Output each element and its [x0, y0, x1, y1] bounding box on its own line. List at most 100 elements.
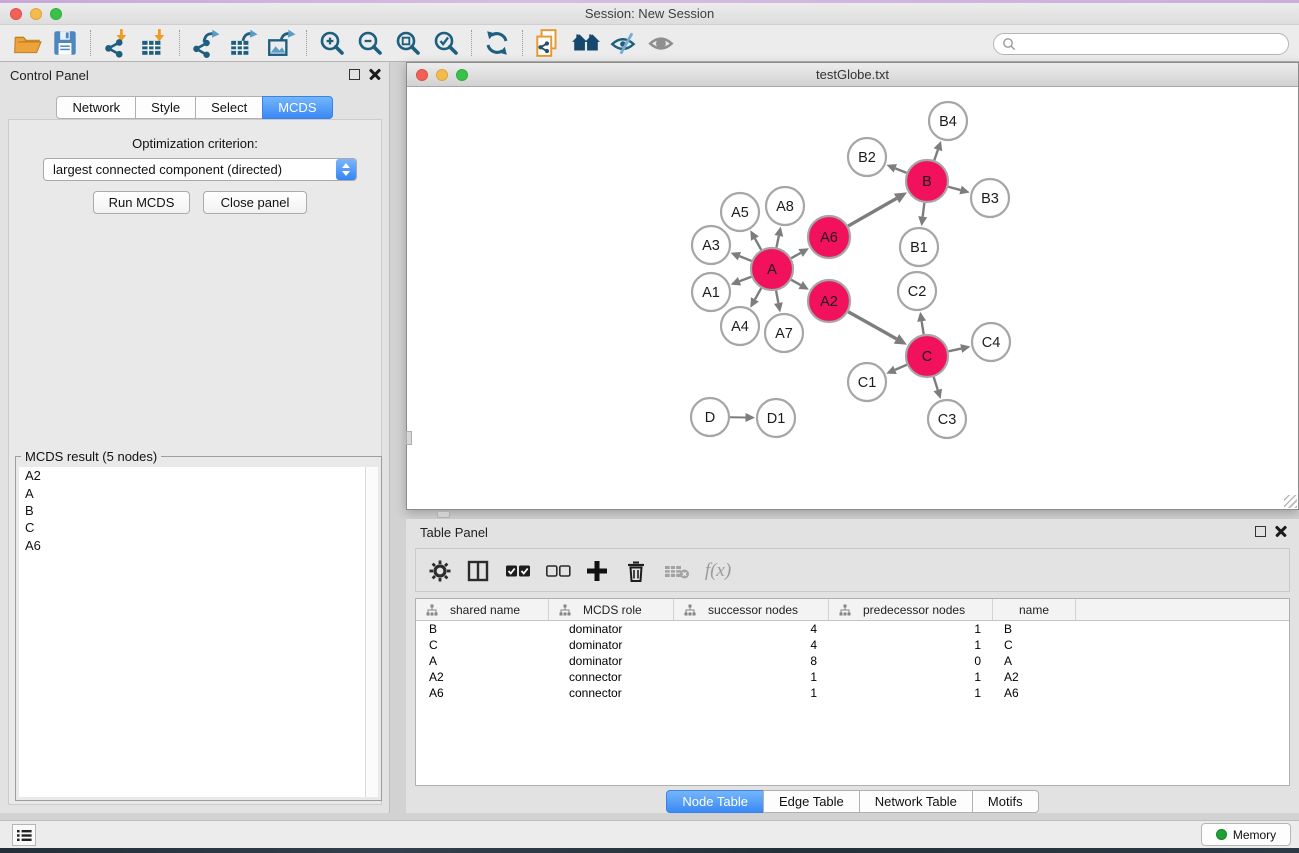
zoom-selected-button[interactable]: [427, 27, 465, 59]
export-table-button[interactable]: [224, 27, 262, 59]
hide-graphics-details-button[interactable]: [605, 27, 643, 59]
show-columns-button[interactable]: [462, 549, 494, 593]
table-tab-network-table[interactable]: Network Table: [859, 790, 973, 813]
graph-edge-C-C3[interactable]: [934, 377, 938, 390]
mcds-result-list[interactable]: A2ABCA6: [19, 467, 365, 797]
table-tab-node-table[interactable]: Node Table: [666, 790, 764, 813]
cell-name[interactable]: A6: [993, 686, 1076, 700]
table-row[interactable]: A6connector11A6: [416, 685, 1289, 701]
cell-mcds-role[interactable]: dominator: [549, 622, 674, 636]
control-tab-network[interactable]: Network: [56, 96, 136, 119]
result-item[interactable]: B: [19, 502, 365, 519]
cell-mcds-role[interactable]: connector: [549, 670, 674, 684]
table-row[interactable]: Cdominator41C: [416, 637, 1289, 653]
close-panel-button[interactable]: Close panel: [203, 191, 307, 214]
cell-predecessor-nodes[interactable]: 1: [829, 686, 993, 700]
horizontal-splitter-grip[interactable]: [437, 511, 450, 518]
export-image-button[interactable]: [262, 27, 300, 59]
select-all-button[interactable]: [502, 549, 534, 593]
cell-name[interactable]: B: [993, 622, 1076, 636]
cell-mcds-role[interactable]: connector: [549, 686, 674, 700]
new-network-from-selection-button[interactable]: [529, 27, 567, 59]
cell-shared-name[interactable]: B: [416, 622, 549, 636]
result-item[interactable]: A: [19, 484, 365, 501]
graph-edge-A-A1[interactable]: [740, 277, 752, 281]
delete-column-button[interactable]: [620, 549, 652, 593]
refresh-button[interactable]: [478, 27, 516, 59]
function-builder-button[interactable]: f(x): [698, 549, 738, 593]
column-header-mcds-role[interactable]: MCDS role: [549, 599, 674, 620]
close-table-panel-icon[interactable]: [1275, 525, 1287, 537]
graph-edge-A-A4[interactable]: [755, 288, 761, 299]
control-tab-mcds[interactable]: MCDS: [262, 96, 332, 119]
result-item[interactable]: A6: [19, 537, 365, 554]
cell-successor-nodes[interactable]: 1: [674, 686, 829, 700]
graph-edge-A6-B[interactable]: [848, 198, 897, 226]
cell-mcds-role[interactable]: dominator: [549, 638, 674, 652]
table-row[interactable]: Adominator80A: [416, 653, 1289, 669]
zoom-in-button[interactable]: [313, 27, 351, 59]
window-resize-grip[interactable]: [1284, 495, 1297, 508]
memory-button[interactable]: Memory: [1201, 823, 1291, 846]
export-network-button[interactable]: [186, 27, 224, 59]
graph-edge-B-B1[interactable]: [923, 203, 925, 217]
node-table[interactable]: shared name MCDS role successor nodes pr…: [415, 598, 1290, 786]
cell-predecessor-nodes[interactable]: 1: [829, 638, 993, 652]
cell-mcds-role[interactable]: dominator: [549, 654, 674, 668]
zoom-out-button[interactable]: [351, 27, 389, 59]
open-session-button[interactable]: [8, 27, 46, 59]
graph-edge-A-A5[interactable]: [755, 239, 761, 250]
network-graph[interactable]: B4B2BB3A5A8A6A3B1AA1C2A2A4A7C4CC1DD1C3: [407, 87, 1298, 509]
graph-edge-A-A8[interactable]: [776, 236, 778, 248]
graph-edge-A-A2[interactable]: [791, 280, 800, 285]
result-item[interactable]: C: [19, 519, 365, 536]
cell-name[interactable]: A2: [993, 670, 1076, 684]
table-settings-button[interactable]: [424, 549, 456, 593]
cell-shared-name[interactable]: A: [416, 654, 549, 668]
add-column-button[interactable]: [580, 549, 614, 593]
show-panels-button[interactable]: [12, 824, 36, 846]
graph-edge-B-B3[interactable]: [948, 187, 960, 190]
cell-successor-nodes[interactable]: 4: [674, 638, 829, 652]
graph-edge-A-A7[interactable]: [776, 291, 778, 303]
cell-name[interactable]: A: [993, 654, 1076, 668]
control-tab-select[interactable]: Select: [195, 96, 263, 119]
graph-edge-A-A6[interactable]: [791, 253, 800, 258]
float-table-panel-icon[interactable]: [1255, 526, 1266, 537]
unselect-all-button[interactable]: [542, 549, 574, 593]
home-button[interactable]: [567, 27, 605, 59]
graph-edge-B-B4[interactable]: [934, 150, 938, 160]
table-row[interactable]: Bdominator41B: [416, 621, 1289, 637]
table-row[interactable]: A2connector11A2: [416, 669, 1289, 685]
import-table-button[interactable]: [135, 27, 173, 59]
graph-edge-B-B2[interactable]: [895, 168, 906, 173]
control-tab-style[interactable]: Style: [135, 96, 196, 119]
cell-predecessor-nodes[interactable]: 1: [829, 622, 993, 636]
delete-table-button[interactable]: [660, 549, 694, 593]
network-canvas[interactable]: B4B2BB3A5A8A6A3B1AA1C2A2A4A7C4CC1DD1C3: [407, 87, 1298, 509]
graph-edge-A-A3[interactable]: [739, 256, 751, 261]
cell-shared-name[interactable]: A2: [416, 670, 549, 684]
result-list-scrollbar[interactable]: [365, 467, 378, 797]
network-window-titlebar[interactable]: testGlobe.txt: [407, 63, 1298, 87]
search-box[interactable]: [993, 33, 1289, 55]
column-header-name[interactable]: name: [993, 599, 1076, 620]
save-session-button[interactable]: [46, 27, 84, 59]
graph-edge-C-C2[interactable]: [922, 321, 924, 334]
column-header-predecessor-nodes[interactable]: predecessor nodes: [829, 599, 993, 620]
table-tab-motifs[interactable]: Motifs: [972, 790, 1039, 813]
cell-successor-nodes[interactable]: 4: [674, 622, 829, 636]
column-header-successor-nodes[interactable]: successor nodes: [674, 599, 829, 620]
zoom-fit-button[interactable]: [389, 27, 427, 59]
cell-name[interactable]: C: [993, 638, 1076, 652]
show-graphics-details-button[interactable]: [643, 27, 681, 59]
cell-shared-name[interactable]: C: [416, 638, 549, 652]
graph-edge-C-C4[interactable]: [948, 349, 961, 352]
search-input[interactable]: [1016, 37, 1280, 51]
float-panel-icon[interactable]: [349, 69, 360, 80]
table-tab-edge-table[interactable]: Edge Table: [763, 790, 860, 813]
cell-shared-name[interactable]: A6: [416, 686, 549, 700]
cell-successor-nodes[interactable]: 1: [674, 670, 829, 684]
close-panel-icon[interactable]: [369, 68, 381, 80]
app-titlebar[interactable]: Session: New Session: [0, 3, 1299, 25]
